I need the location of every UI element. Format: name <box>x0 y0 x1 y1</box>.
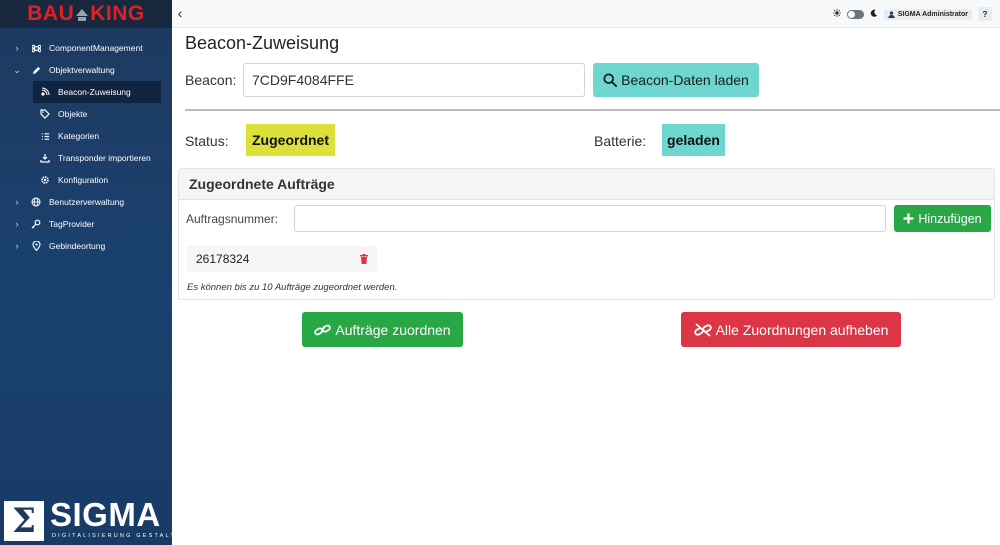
pencil-icon <box>31 65 41 75</box>
sigma-wordmark: SIGMA <box>50 496 161 533</box>
load-beacon-button[interactable]: Beacon-Daten laden <box>593 63 759 97</box>
sidebar-item-label: Beacon-Zuweisung <box>58 87 131 97</box>
sidebar-item-transponder-importieren[interactable]: Transponder importieren <box>0 147 172 169</box>
battery-label: Batterie: <box>594 133 647 149</box>
sun-icon <box>832 9 841 19</box>
sidebar-nav: › ComponentManagement ⌄ Objektverwaltung… <box>0 37 172 257</box>
add-order-button[interactable]: Hinzufügen <box>894 205 991 232</box>
order-item: 26178324 <box>187 246 377 272</box>
command-icon <box>31 43 41 53</box>
topbar-actions: SIGMA Administrator ? <box>832 7 992 21</box>
sidebar-item-label: Objekte <box>58 109 88 119</box>
chevron-down-icon: ⌄ <box>13 64 21 75</box>
sidebar-item-componentmanagement[interactable]: › ComponentManagement <box>0 37 172 59</box>
plus-icon <box>903 213 914 224</box>
sidebar-item-label: ComponentManagement <box>49 43 143 53</box>
clear-assignments-button[interactable]: Alle Zuordnungen aufheben <box>681 312 901 347</box>
trash-icon[interactable] <box>360 254 368 264</box>
help-button[interactable]: ? <box>978 7 992 21</box>
list-icon <box>40 131 50 141</box>
assign-orders-label: Aufträge zuordnen <box>335 321 451 338</box>
chevron-right-icon: › <box>15 241 19 251</box>
brand-right: KING <box>90 2 145 25</box>
sidebar-item-konfiguration[interactable]: Konfiguration <box>0 169 172 191</box>
key-icon <box>31 219 41 229</box>
order-number-label: Auftragsnummer: <box>186 212 279 226</box>
sidebar-item-beacon-zuweisung[interactable]: Beacon-Zuweisung <box>33 81 161 103</box>
sidebar-item-label: Objektverwaltung <box>49 65 115 75</box>
theme-toggle[interactable] <box>846 9 864 19</box>
gear-icon <box>40 175 50 185</box>
orders-card-title: Zugeordnete Aufträge <box>179 169 994 200</box>
order-number-input[interactable] <box>294 205 886 232</box>
bauking-logo[interactable]: BAU KING <box>0 0 172 28</box>
sigma-symbol: Σ <box>4 501 44 541</box>
moon-icon <box>870 9 878 19</box>
clear-assignments-label: Alle Zuordnungen aufheben <box>715 321 889 338</box>
chevron-right-icon: › <box>15 43 19 53</box>
sidebar-item-gebindeortung[interactable]: › Gebindeortung <box>0 235 172 257</box>
sidebar: BAU KING › ComponentManagement ⌄ Objektv… <box>0 0 186 545</box>
sidebar-item-tagprovider[interactable]: › TagProvider <box>0 213 172 235</box>
topbar: ‹ SIGMA Administrator ? <box>172 0 1000 28</box>
sigma-tagline: DIGITALISIERUNG GESTALTEN <box>52 533 188 539</box>
load-beacon-label: Beacon-Daten laden <box>621 72 749 88</box>
chevron-right-icon: › <box>15 197 19 207</box>
house-icon <box>75 6 89 22</box>
beacon-label: Beacon: <box>185 72 237 88</box>
search-icon <box>603 73 618 87</box>
sidebar-item-kategorien[interactable]: Kategorien <box>0 125 172 147</box>
page-title: Beacon-Zuweisung <box>185 33 340 53</box>
sidebar-item-benutzerverwaltung[interactable]: › Benutzerverwaltung <box>0 191 172 213</box>
sidebar-item-label: Benutzerverwaltung <box>49 197 125 207</box>
sidebar-item-label: Gebindeortung <box>49 241 106 251</box>
divider <box>185 109 1000 111</box>
add-order-label: Hinzufügen <box>918 211 982 226</box>
sidebar-item-label: Konfiguration <box>58 175 109 185</box>
orders-hint: Es können bis zu 10 Aufträge zugeordnet … <box>187 282 398 293</box>
orders-card: Zugeordnete Aufträge Auftragsnummer: Hin… <box>178 168 995 300</box>
user-name: SIGMA Administrator <box>897 10 968 18</box>
link-icon <box>314 324 332 335</box>
sidebar-item-objektverwaltung[interactable]: ⌄ Objektverwaltung <box>0 59 172 81</box>
assign-orders-button[interactable]: Aufträge zuordnen <box>302 312 463 347</box>
sidebar-item-label: TagProvider <box>49 219 95 229</box>
status-badge: Zugeordnet <box>246 124 335 156</box>
chevron-right-icon: › <box>15 219 19 229</box>
unlink-icon <box>693 322 712 337</box>
user-icon <box>888 10 895 18</box>
tag-icon <box>40 109 50 119</box>
status-label: Status: <box>185 133 229 149</box>
user-menu-button[interactable]: SIGMA Administrator <box>883 8 972 20</box>
order-number: 26178324 <box>196 252 250 266</box>
sigma-logo: Σ SIGMA DIGITALISIERUNG GESTALTEN <box>4 496 186 543</box>
sidebar-item-label: Transponder importieren <box>58 153 151 163</box>
main-content: Beacon-Zuweisung Beacon: Beacon-Daten la… <box>172 28 1000 545</box>
beacon-icon <box>40 87 50 97</box>
beacon-input[interactable] <box>243 63 585 97</box>
collapse-sidebar-button[interactable]: ‹ <box>174 5 186 21</box>
globe-icon <box>31 197 41 207</box>
battery-badge: geladen <box>662 124 725 156</box>
brand-left: BAU <box>27 2 75 25</box>
import-icon <box>40 153 50 163</box>
sidebar-item-label: Kategorien <box>58 131 100 141</box>
sidebar-item-objekte[interactable]: Objekte <box>0 103 172 125</box>
location-pin-icon <box>31 241 41 251</box>
